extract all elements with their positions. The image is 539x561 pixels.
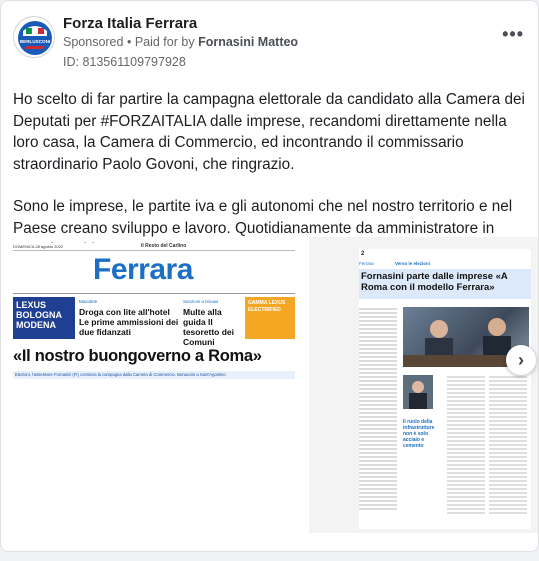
slide2-page-number: 2 — [361, 251, 365, 257]
slide2-page: 2 Ferrara Verso le elezioni Fornasini pa… — [359, 249, 531, 529]
sponsored-line: Sponsored • Paid for by Fornasini Matteo — [63, 35, 298, 49]
slide2-text-lines — [359, 308, 397, 510]
logo-text: BERLUSCONI — [20, 39, 50, 44]
slide1-rule — [13, 289, 295, 294]
slide2-text-column-2 — [447, 373, 529, 523]
page-name-link[interactable]: Forza Italia Ferrara — [63, 15, 197, 32]
slide2-section: Ferrara Verso le elezioni — [359, 261, 531, 268]
slide1-headline: «Il nostro buongoverno a Roma» — [13, 347, 262, 365]
slide1-story-1: Maxidete Droga con lite all'hotel Le pri… — [79, 297, 179, 339]
chevron-right-icon: › — [518, 349, 524, 370]
paid-for-label: Paid for by — [134, 35, 195, 49]
slide2-section-label: Verso le elezioni — [395, 261, 431, 266]
slide2-city: Ferrara — [359, 261, 374, 266]
slide2-quote: Il ruolo della infrastrutture non è solo… — [403, 419, 435, 449]
slide1-story-2-title: Multe alla guida Il tesoretto dei Comuni — [183, 307, 235, 347]
slide2-photo-small — [403, 375, 433, 409]
payer-name: Fornasini Matteo — [198, 35, 299, 49]
slide1-masthead: Ferrara — [93, 253, 193, 286]
forza-italia-logo: BERLUSCONI — [15, 18, 54, 57]
ad-card: BERLUSCONI Forza Italia Ferrara Sponsore… — [0, 0, 539, 552]
slide1-story-1-title: Droga con lite all'hotel Le prime ammiss… — [79, 307, 179, 337]
slide1-story-2: Sanzioni a tiriuavi Multe alla guida Il … — [183, 297, 243, 347]
page-avatar[interactable]: BERLUSCONI — [13, 16, 55, 58]
slide1-box-lexus: LEXUS BOLOGNA MODENA — [13, 297, 75, 339]
slide1-box-electrified: GAMMA LEXUS ELECTRIFIED — [245, 297, 295, 339]
ad-id: ID: 813561109797928 — [63, 55, 186, 69]
carousel-slide-1[interactable]: DOMENICA 28 agosto 2022 il Resto del Car… — [13, 243, 295, 393]
slide2-text-column — [359, 305, 399, 525]
ad-body-paragraph-1: Ho scelto di far partire la campagna ele… — [13, 91, 525, 173]
carousel-slide-2[interactable]: 2 Ferrara Verso le elezioni Fornasini pa… — [309, 237, 538, 533]
carousel-next-button[interactable]: › — [506, 345, 536, 375]
slide2-headline: Fornasini parte dalle imprese «A Roma co… — [359, 269, 531, 299]
ad-header: BERLUSCONI Forza Italia Ferrara Sponsore… — [13, 13, 528, 73]
more-options-icon[interactable]: ••• — [502, 25, 524, 43]
slide2-text-lines-2 — [447, 376, 527, 514]
slide1-topbar: DOMENICA 28 agosto 2022 il Resto del Car… — [13, 243, 295, 251]
sponsored-label: Sponsored — [63, 35, 124, 49]
slide1-date: DOMENICA 28 agosto 2022 — [13, 244, 64, 249]
slide1-paper-name: il Resto del Carlino — [141, 243, 187, 249]
dot-separator: • — [126, 35, 135, 49]
image-carousel[interactable]: DOMENICA 28 agosto 2022 il Resto del Car… — [1, 237, 538, 537]
slide2-photo-small-person — [409, 381, 427, 409]
slide1-story-2-kicker: Sanzioni a tiriuavi — [183, 299, 219, 304]
slide1-story-1-kicker: Maxidete — [79, 299, 98, 304]
slide1-caption: Elezioni, l'assessore Fornasini (FI) com… — [13, 371, 295, 379]
